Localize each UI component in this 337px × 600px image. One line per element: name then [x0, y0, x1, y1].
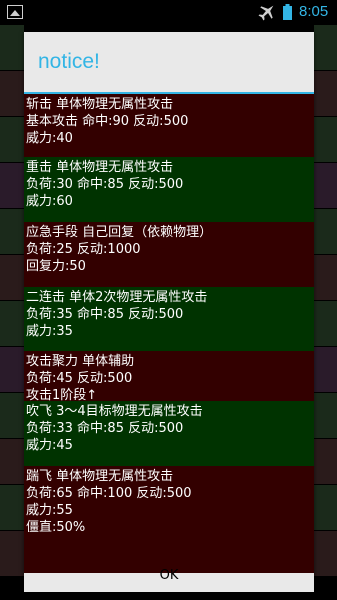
skill-stats-line: 负荷:30 命中:85 反动:500: [26, 177, 184, 192]
skill-name-line: 重击 单体物理无属性攻击: [26, 160, 174, 175]
skill-name-line: 应急手段 自己回复（依赖物理）: [26, 225, 213, 240]
skill-stats-line: 基本攻击 命中:90 反动:500: [26, 114, 189, 129]
skill-entry: 应急手段 自己回复（依赖物理） 负荷:25 反动:1000 回复力:50: [24, 222, 314, 287]
picture-icon: [7, 5, 23, 19]
skill-stagger-line: 僵直:50%: [26, 520, 86, 535]
skill-name-line: 踹飞 单体物理无属性攻击: [26, 469, 174, 484]
skill-power-line: 威力:35: [26, 324, 73, 339]
skill-power-line: 威力:60: [26, 194, 73, 209]
dialog-button-bar: OK: [24, 568, 314, 592]
dialog-title: notice!: [24, 32, 314, 94]
airplane-mode-icon: [258, 5, 274, 21]
skill-name-line: 攻击聚力 单体辅助: [26, 354, 135, 369]
skill-stats-line: 负荷:33 命中:85 反动:500: [26, 421, 184, 436]
skill-entry: 斩击 单体物理无属性攻击 基本攻击 命中:90 反动:500 威力:40: [24, 94, 314, 157]
background-list-right: [314, 25, 337, 600]
skill-entry: 吹飞 3～4目标物理无属性攻击 负荷:33 命中:85 反动:500 威力:45: [24, 401, 314, 466]
notice-dialog: notice! 斩击 单体物理无属性攻击 基本攻击 命中:90 反动:500 威…: [24, 32, 314, 592]
ok-button[interactable]: OK: [24, 556, 314, 596]
skill-entry: 重击 单体物理无属性攻击 负荷:30 命中:85 反动:500 威力:60: [24, 157, 314, 222]
skill-stats-line: 负荷:65 命中:100 反动:500: [26, 486, 192, 501]
skill-entry: 攻击聚力 单体辅助 负荷:45 反动:500 攻击1阶段↑: [24, 351, 314, 403]
skill-power-line: 威力:55: [26, 503, 73, 518]
skill-power-line: 威力:40: [26, 131, 73, 146]
skill-power-line: 回复力:50: [26, 259, 86, 274]
battery-icon: [283, 4, 292, 20]
skill-list[interactable]: 斩击 单体物理无属性攻击 基本攻击 命中:90 反动:500 威力:40 重击 …: [24, 94, 314, 573]
skill-name-line: 吹飞 3～4目标物理无属性攻击: [26, 404, 203, 419]
skill-name-line: 斩击 单体物理无属性攻击: [26, 97, 174, 112]
skill-stats-line: 负荷:35 命中:85 反动:500: [26, 307, 184, 322]
skill-stats-line: 负荷:45 反动:500: [26, 371, 133, 386]
skill-stats-line: 负荷:25 反动:1000: [26, 242, 141, 257]
background-list-left: [0, 25, 24, 600]
skill-power-line: 威力:45: [26, 438, 73, 453]
skill-entry: 二连击 单体2次物理无属性攻击 负荷:35 命中:85 反动:500 威力:35: [24, 287, 314, 351]
clock: 8:05: [299, 3, 329, 20]
status-bar: 8:05: [0, 0, 337, 25]
skill-name-line: 二连击 单体2次物理无属性攻击: [26, 290, 208, 305]
